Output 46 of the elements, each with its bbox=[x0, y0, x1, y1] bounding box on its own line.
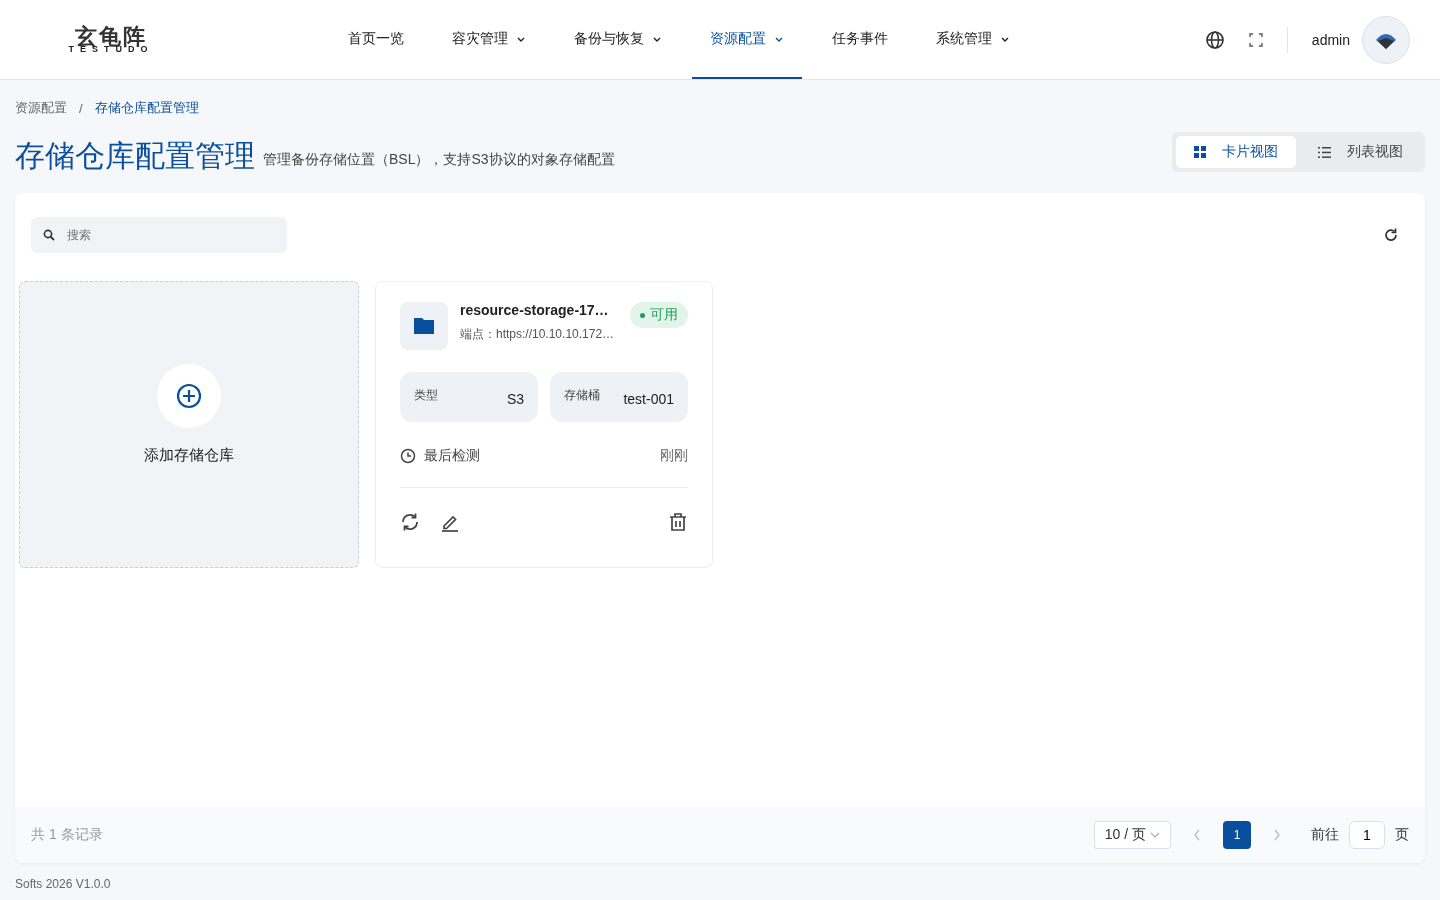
status-badge: 可用 bbox=[630, 302, 688, 328]
nav-tab[interactable]: 容灾管理 bbox=[434, 0, 544, 79]
record-count: 共 1 条记录 bbox=[31, 826, 103, 844]
fullscreen-icon[interactable] bbox=[1248, 32, 1263, 47]
breadcrumb-separator: / bbox=[79, 100, 83, 116]
view-tab[interactable]: 卡片视图 bbox=[1176, 136, 1296, 168]
username: admin bbox=[1311, 31, 1350, 48]
type-label: 类型 bbox=[414, 386, 438, 404]
view-tab[interactable]: 列表视图 bbox=[1300, 136, 1421, 168]
avatar[interactable] bbox=[1362, 15, 1410, 64]
footer-text: Softs 2026 V1.0.0 bbox=[15, 877, 112, 891]
page-size-select[interactable]: 10 / 页 bbox=[1093, 821, 1171, 849]
search-icon bbox=[43, 229, 55, 241]
bucket-value: test-001 bbox=[623, 390, 674, 407]
add-repository-card[interactable]: 添加存储仓库 bbox=[19, 281, 359, 568]
goto-page-field[interactable]: 1 bbox=[1349, 821, 1385, 849]
repository-name: resource-storage-17… bbox=[460, 302, 610, 318]
folder-icon bbox=[400, 302, 448, 350]
goto-label: 前往 bbox=[1311, 826, 1339, 844]
page-unit-label: 页 bbox=[1395, 826, 1409, 844]
nav-tab[interactable]: 资源配置 bbox=[692, 0, 802, 79]
breadcrumb-item[interactable]: 存储仓库配置管理 bbox=[94, 99, 199, 117]
endpoint-text: 端点：https://10.10.10.172… bbox=[460, 326, 616, 343]
clock-icon bbox=[400, 448, 416, 464]
grid-icon bbox=[1194, 146, 1206, 158]
globe-icon[interactable] bbox=[1204, 29, 1225, 50]
trash-icon[interactable] bbox=[668, 512, 688, 532]
logo: 玄龟阵 TESTUDO bbox=[67, 25, 155, 54]
refresh-icon[interactable] bbox=[1383, 227, 1399, 243]
breadcrumb-item[interactable]: 资源配置 bbox=[15, 99, 67, 117]
sync-icon[interactable] bbox=[400, 512, 420, 532]
nav-tab[interactable]: 首页一览 bbox=[330, 0, 422, 79]
page-title: 存储仓库配置管理 bbox=[15, 139, 255, 172]
nav-tab[interactable]: 备份与恢复 bbox=[556, 0, 680, 79]
last-check-label: 最后检测 bbox=[424, 447, 480, 465]
bucket-label: 存储桶 bbox=[564, 386, 600, 404]
list-icon bbox=[1318, 146, 1331, 158]
chevron-down-icon bbox=[1150, 831, 1160, 839]
plus-circle-icon bbox=[176, 383, 202, 409]
nav-tab[interactable]: 系统管理 bbox=[918, 0, 1028, 79]
last-check-time: 刚刚 bbox=[660, 447, 688, 465]
type-value: S3 bbox=[506, 390, 524, 407]
nav-tab[interactable]: 任务事件 bbox=[814, 0, 906, 79]
search-field[interactable]: 搜索 bbox=[31, 217, 287, 253]
page-subtitle: 管理备份存储位置（BSL），支持S3协议的对象存储配置 bbox=[263, 151, 615, 169]
page-button[interactable]: 1 bbox=[1223, 821, 1251, 849]
